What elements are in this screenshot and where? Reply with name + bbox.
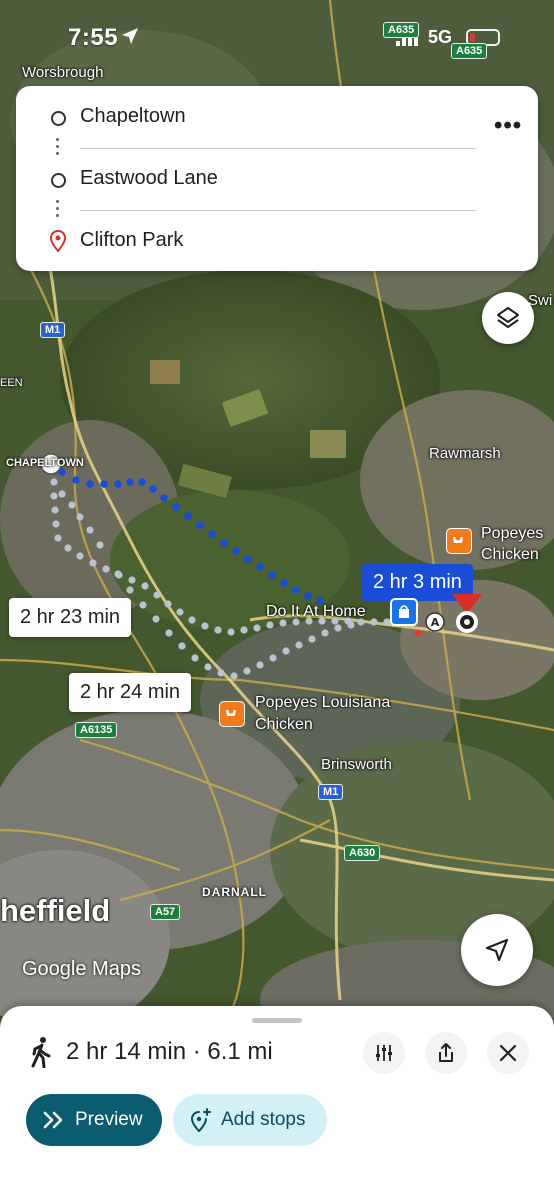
road-shield-a6135: A6135 xyxy=(75,722,118,738)
marker-a-label: A xyxy=(431,616,440,629)
location-arrow-icon xyxy=(122,28,138,44)
clock: 7:55 xyxy=(68,24,119,51)
stop-origin[interactable]: Chapeltown xyxy=(16,94,476,149)
share-button[interactable] xyxy=(425,1032,467,1074)
poi-label-popeyes-left-line2: Chicken xyxy=(255,716,313,733)
route-options-button[interactable] xyxy=(363,1032,405,1074)
poi-label-popeyes-right-line2: Chicken xyxy=(481,546,539,563)
google-maps-attribution: Google Maps xyxy=(22,958,141,980)
waypoint-circle-icon xyxy=(51,173,66,188)
divider xyxy=(80,148,476,149)
poi-label-popeyes-left[interactable]: Popeyes Louisiana Chicken xyxy=(255,692,390,736)
route-summary: 2 hr 14 min · 6.1 mi xyxy=(66,1038,273,1065)
destination-marker-icon xyxy=(456,611,478,633)
preview-label: Preview xyxy=(75,1109,143,1130)
layers-icon xyxy=(497,307,519,328)
share-icon xyxy=(439,1043,453,1062)
place-label-worsbrough: Worsbrough xyxy=(22,64,104,81)
road-shield-a635-2: A635 xyxy=(451,43,488,59)
place-label-een: EEN xyxy=(0,377,23,389)
road-shield-m1-2: M1 xyxy=(318,784,344,800)
add-stops-label: Add stops xyxy=(221,1109,306,1130)
poi-label-do-it-at-home[interactable]: Do It At Home xyxy=(266,603,366,621)
stop-origin-label: Chapeltown xyxy=(80,105,186,127)
add-stops-button[interactable]: Add stops xyxy=(173,1094,327,1146)
directions-sheet: 2 hr 14 min · 6.1 mi Preview Add stops xyxy=(0,1006,554,1200)
status-bar: 7:55 5G xyxy=(0,0,554,70)
marker-a-icon: A xyxy=(425,612,445,632)
stop-waypoint[interactable]: Eastwood Lane xyxy=(16,156,476,211)
drag-handle[interactable] xyxy=(252,1018,302,1023)
navigation-arrow-icon xyxy=(485,938,509,962)
place-label-darnall: DARNALL xyxy=(202,885,267,899)
add-stop-pin-icon xyxy=(190,1108,211,1133)
close-icon xyxy=(499,1044,517,1062)
place-label-sheffield: heffield xyxy=(0,893,111,928)
more-options-icon[interactable]: ••• xyxy=(494,112,522,140)
close-button[interactable] xyxy=(487,1032,529,1074)
stop-destination-label: Clifton Park xyxy=(80,229,184,251)
location-pin-icon xyxy=(50,230,66,252)
start-navigation-button[interactable] xyxy=(461,914,533,986)
tune-icon xyxy=(376,1045,392,1061)
route-time-alt2[interactable]: 2 hr 24 min xyxy=(69,673,192,712)
place-label-rawmarsh: Rawmarsh xyxy=(429,445,501,462)
preview-button[interactable]: Preview xyxy=(26,1094,162,1146)
route-card: Chapeltown Eastwood Lane Clifton Park ••… xyxy=(16,86,538,271)
stop-waypoint-label: Eastwood Lane xyxy=(80,167,218,189)
layers-button[interactable] xyxy=(482,292,534,344)
origin-circle-icon xyxy=(51,111,66,126)
walking-icon xyxy=(31,1037,51,1068)
poi-label-popeyes-right[interactable]: Popeyes Chicken xyxy=(481,523,543,565)
road-shield-a630: A630 xyxy=(344,845,381,861)
network-type: 5G xyxy=(428,27,453,47)
popeyes-left-icon[interactable] xyxy=(219,701,245,727)
poi-label-popeyes-left-line1: Popeyes Louisiana xyxy=(255,694,391,711)
preview-chevrons-icon xyxy=(43,1111,63,1129)
road-shield-m1: M1 xyxy=(40,322,66,338)
stop-destination[interactable]: Clifton Park xyxy=(16,218,476,268)
place-label-brinsworth: Brinsworth xyxy=(321,756,392,773)
divider xyxy=(80,210,476,211)
popeyes-icon[interactable] xyxy=(446,528,472,554)
poi-label-popeyes-right-line1: Popeyes xyxy=(481,525,544,542)
shopping-bag-icon[interactable] xyxy=(390,598,418,626)
road-shield-a635: A635 xyxy=(383,22,420,38)
road-shield-a57: A57 xyxy=(150,904,181,920)
place-label-chapeltown: CHAPELTOWN xyxy=(6,457,84,469)
route-time-alt1[interactable]: 2 hr 23 min xyxy=(9,598,132,637)
